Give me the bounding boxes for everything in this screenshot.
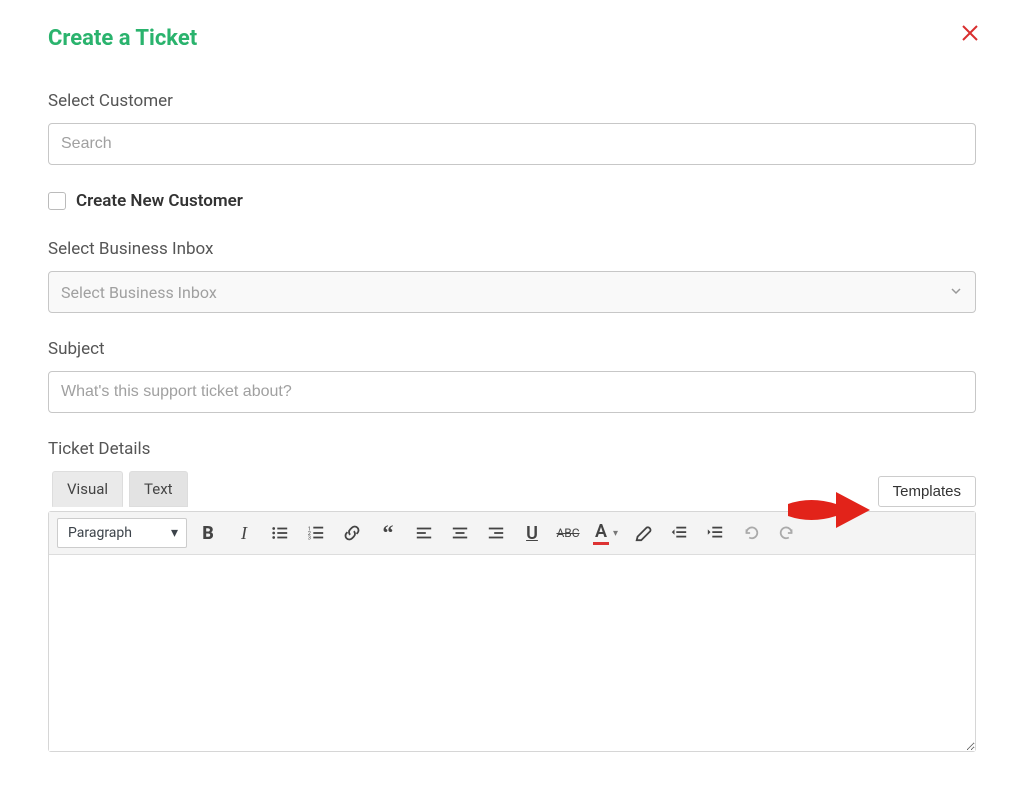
indent-button[interactable] — [700, 518, 730, 548]
editor-toolbar: Paragraph ▾ B I 123 “ — [49, 512, 975, 555]
customer-label: Select Customer — [48, 91, 976, 111]
caret-down-icon: ▾ — [171, 525, 178, 541]
italic-button[interactable]: I — [229, 518, 259, 548]
clear-formatting-button[interactable] — [628, 518, 658, 548]
close-icon[interactable] — [960, 22, 980, 48]
create-new-customer-label: Create New Customer — [76, 191, 243, 211]
blockquote-button[interactable]: “ — [373, 518, 403, 548]
svg-text:3: 3 — [308, 535, 311, 541]
numbered-list-button[interactable]: 123 — [301, 518, 331, 548]
templates-button[interactable]: Templates — [878, 476, 976, 507]
bold-button[interactable]: B — [193, 518, 223, 548]
align-center-button[interactable] — [445, 518, 475, 548]
align-right-button[interactable] — [481, 518, 511, 548]
outdent-button[interactable] — [664, 518, 694, 548]
editor-container: Paragraph ▾ B I 123 “ — [48, 511, 976, 752]
subject-label: Subject — [48, 339, 976, 359]
tab-text[interactable]: Text — [129, 471, 188, 507]
modal-title: Create a Ticket — [48, 26, 197, 51]
redo-button[interactable] — [772, 518, 802, 548]
underline-button[interactable]: U — [517, 518, 547, 548]
details-label: Ticket Details — [48, 439, 976, 459]
create-new-customer-checkbox[interactable] — [48, 192, 66, 210]
bulleted-list-button[interactable] — [265, 518, 295, 548]
inbox-select[interactable]: Select Business Inbox — [48, 271, 976, 313]
format-select-value: Paragraph — [68, 525, 132, 541]
ticket-details-editor[interactable] — [49, 555, 975, 751]
text-color-button[interactable]: A ▾ — [589, 518, 622, 548]
tab-visual[interactable]: Visual — [52, 471, 123, 507]
inbox-label: Select Business Inbox — [48, 239, 976, 259]
strikethrough-button[interactable]: ABC — [553, 518, 583, 548]
align-left-button[interactable] — [409, 518, 439, 548]
inbox-select-placeholder: Select Business Inbox — [61, 283, 217, 302]
link-button[interactable] — [337, 518, 367, 548]
paragraph-format-select[interactable]: Paragraph ▾ — [57, 518, 187, 548]
chevron-down-icon — [949, 283, 963, 302]
chevron-down-icon: ▾ — [613, 528, 618, 539]
customer-search-input[interactable] — [48, 123, 976, 165]
undo-button[interactable] — [736, 518, 766, 548]
subject-input[interactable] — [48, 371, 976, 413]
